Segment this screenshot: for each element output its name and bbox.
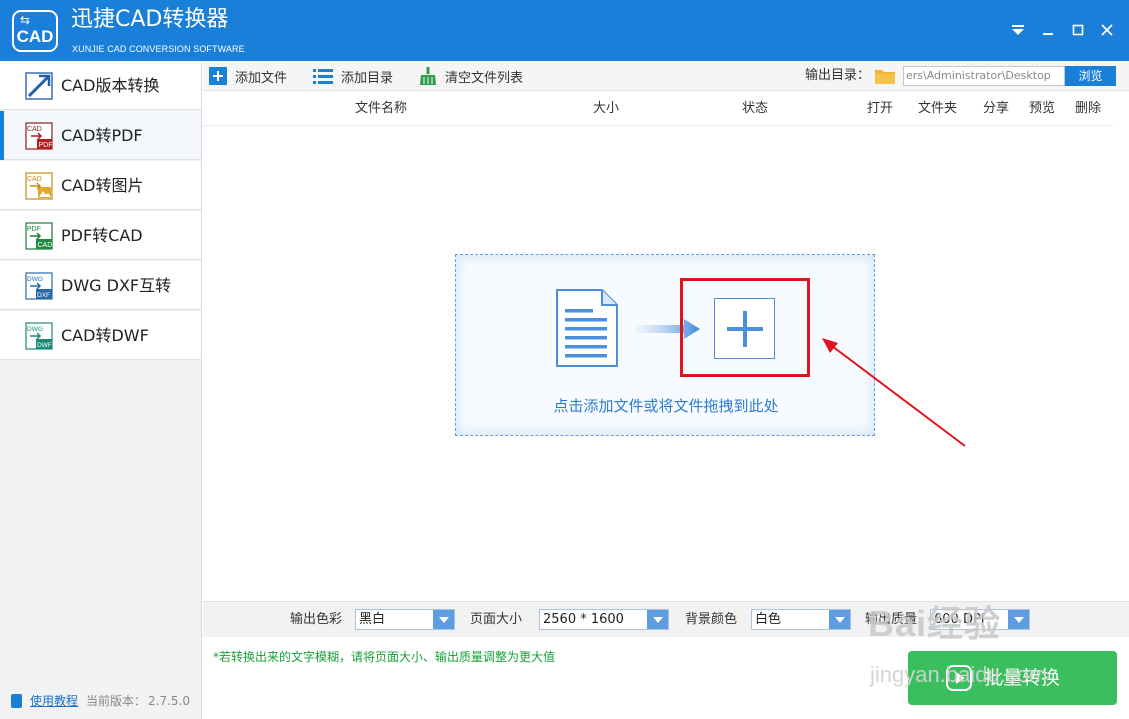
chevron-down-icon — [829, 610, 850, 629]
drop-hint-text: 点击添加文件或将文件拖拽到此处 — [553, 397, 779, 415]
add-file-label: 添加文件 — [235, 70, 288, 86]
column-header-folder: 文件夹 — [918, 101, 958, 116]
background-color-label: 背景颜色 — [685, 612, 738, 627]
clear-list-label: 清空文件列表 — [445, 70, 524, 86]
title-bar: ⇆ CAD 迅捷CAD转换器 XUNJIE CAD CONVERSION SOF… — [0, 0, 1129, 61]
column-header-size: 大小 — [593, 101, 620, 116]
document-icon — [556, 289, 618, 367]
icon-text-dwg: DWG — [27, 326, 43, 333]
icon-text-dwf: DWF — [37, 342, 52, 349]
background-color-select[interactable]: 白色 — [751, 609, 851, 630]
add-directory-label: 添加目录 — [341, 70, 394, 86]
column-header-share: 分享 — [983, 101, 1010, 116]
version-value: 2.7.5.0 — [148, 694, 190, 708]
broom-icon — [420, 67, 436, 85]
quality-hint-text: *若转换出来的文字模糊，请将页面大小、输出质量调整为更大值 — [213, 650, 556, 664]
cad-version-icon — [25, 72, 53, 100]
column-header-preview: 预览 — [1029, 101, 1056, 116]
logo-arrow-icon: ⇆ — [20, 13, 31, 27]
minimize-icon[interactable] — [1037, 19, 1059, 41]
sidebar-item-label: DWG DXF互转 — [61, 276, 172, 295]
icon-text-cad: CAD — [27, 126, 42, 133]
sidebar-item-cad-version[interactable]: CAD版本转换 — [0, 61, 201, 110]
pdf-cad-icon: PDF CAD — [25, 222, 53, 250]
background-color-value: 白色 — [755, 612, 782, 627]
output-dir-label: 输出目录： — [805, 68, 871, 83]
maximize-icon[interactable] — [1067, 19, 1089, 41]
logo-text: CAD — [16, 27, 54, 46]
sidebar-item-label: CAD版本转换 — [61, 76, 160, 95]
watermark-brand: Bai经验 — [868, 603, 1002, 644]
output-color-select[interactable]: 黑白 — [355, 609, 455, 630]
icon-text-cad: CAD — [27, 176, 42, 183]
icon-text-dwg: DWG — [27, 276, 43, 283]
chevron-down-icon — [433, 610, 454, 629]
close-icon[interactable] — [1096, 19, 1118, 41]
icon-text-pdf: PDF — [39, 142, 53, 149]
cad-image-icon: CAD — [25, 172, 53, 200]
sidebar-item-dwg-dxf[interactable]: DWG DXF DWG DXF互转 — [0, 261, 201, 310]
page-size-label: 页面大小 — [470, 612, 523, 627]
folder-icon[interactable] — [875, 68, 895, 84]
clear-list-button[interactable]: 清空文件列表 — [419, 61, 523, 91]
add-directory-button[interactable]: 添加目录 — [313, 61, 393, 91]
icon-text-dxf: DXF — [37, 292, 50, 299]
toolbar: 添加文件 添加目录 清空文件列表 输出目录： ers\Administrator… — [203, 61, 1129, 91]
sidebar-item-label: PDF转CAD — [61, 226, 143, 245]
book-icon — [11, 694, 22, 708]
version-label: 当前版本： — [86, 694, 147, 708]
dwg-dxf-icon: DWG DXF — [25, 272, 53, 300]
column-header-name: 文件名称 — [355, 101, 408, 116]
menu-icon[interactable] — [1007, 19, 1029, 41]
column-header-status: 状态 — [742, 101, 769, 116]
column-header-delete: 删除 — [1075, 101, 1102, 116]
baidu-jingyan-watermark: Bai经验 jingyan.baidu.com — [868, 598, 1078, 698]
sidebar-item-pdf-to-cad[interactable]: PDF CAD PDF转CAD — [0, 211, 201, 260]
file-table-header: 文件名称 大小 状态 打开 文件夹 分享 预览 删除 — [203, 92, 1113, 126]
watermark-site: jingyan.baidu.com — [870, 662, 1048, 687]
sidebar-item-cad-to-image[interactable]: CAD CAD转图片 — [0, 161, 201, 210]
browse-button[interactable]: 浏览 — [1065, 66, 1116, 86]
add-file-button[interactable]: 添加文件 — [209, 61, 287, 91]
app-subtitle: XUNJIE CAD CONVERSION SOFTWARE — [72, 44, 245, 54]
icon-text-cad: CAD — [38, 242, 53, 249]
add-file-icon — [209, 67, 227, 85]
sidebar-item-label: CAD转图片 — [61, 176, 144, 195]
cad-dwf-icon: DWG DWF — [25, 322, 53, 350]
sidebar-item-cad-to-pdf[interactable]: CAD PDF CAD转PDF — [0, 111, 201, 160]
sidebar-item-label: CAD转DWF — [61, 326, 149, 345]
annotation-arrow-icon — [822, 338, 966, 447]
sidebar-item-cad-to-dwf[interactable]: DWG DWF CAD转DWF — [0, 311, 201, 360]
cad-pdf-icon: CAD PDF — [25, 122, 53, 150]
app-title: 迅捷CAD转换器 — [71, 7, 229, 32]
chevron-down-icon — [647, 610, 668, 629]
annotation-highlight-box — [680, 278, 810, 377]
sidebar-item-label: CAD转PDF — [61, 126, 143, 145]
icon-text-pdf: PDF — [27, 226, 41, 233]
output-color-label: 输出色彩 — [290, 612, 343, 627]
list-icon — [313, 69, 333, 84]
column-header-open: 打开 — [867, 101, 894, 116]
help-tutorial-link[interactable]: 使用教程 — [30, 693, 78, 709]
file-drop-zone[interactable]: 点击添加文件或将文件拖拽到此处 — [455, 254, 875, 436]
sidebar: CAD版本转换 CAD PDF CAD转PDF CAD CAD转图片 PDF C… — [0, 61, 202, 719]
output-path-field[interactable]: ers\Administrator\Desktop — [903, 66, 1065, 86]
output-color-value: 黑白 — [359, 612, 386, 627]
page-size-value: 2560 * 1600 — [543, 612, 624, 627]
app-logo: ⇆ CAD — [12, 10, 58, 52]
page-size-select[interactable]: 2560 * 1600 — [539, 609, 669, 630]
